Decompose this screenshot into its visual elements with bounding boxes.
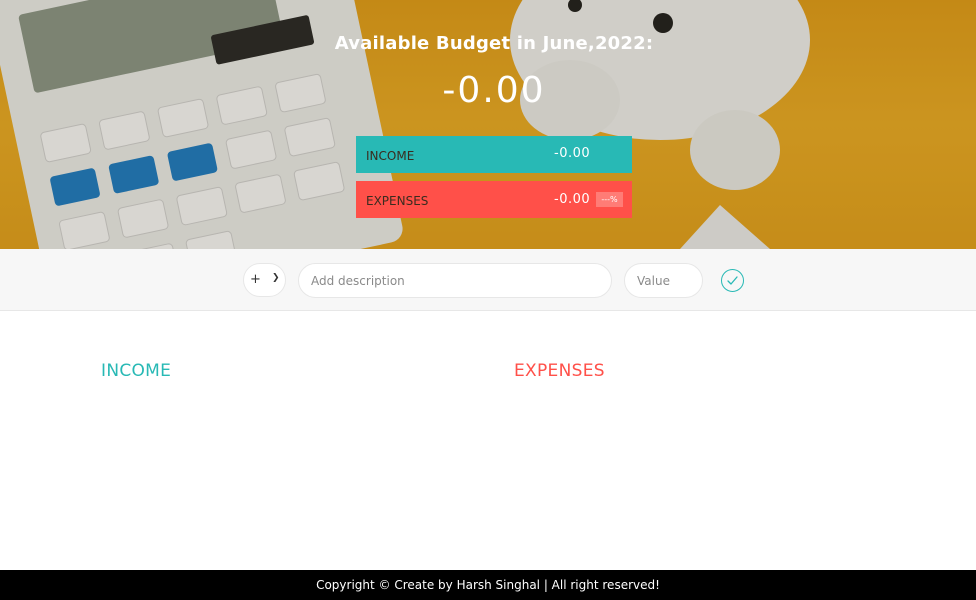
add-button[interactable] bbox=[721, 269, 744, 292]
chevron-down-icon: ❯ bbox=[272, 273, 280, 283]
budget-header: Available Budget in June,2022: -0.00 INC… bbox=[0, 0, 976, 249]
type-select[interactable]: + ❯ bbox=[243, 263, 286, 297]
add-item-bar: + ❯ bbox=[0, 249, 976, 311]
budget-value: -0.00 bbox=[442, 70, 546, 111]
value-input[interactable] bbox=[624, 263, 703, 298]
expenses-summary-title: EXPENSES bbox=[366, 194, 429, 208]
expenses-summary: EXPENSES -0.00 ---% bbox=[356, 181, 632, 218]
type-select-value: + bbox=[250, 272, 261, 287]
footer: Copyright © Create by Harsh Singhal | Al… bbox=[0, 570, 976, 600]
expenses-list-title: EXPENSES bbox=[514, 361, 605, 381]
income-list-title: INCOME bbox=[101, 361, 172, 381]
budget-title: Available Budget in June,2022: bbox=[334, 33, 654, 54]
checkmark-icon bbox=[727, 276, 738, 285]
expenses-summary-value: -0.00 bbox=[554, 192, 591, 207]
income-summary: INCOME -0.00 bbox=[356, 136, 632, 173]
footer-text: Copyright © Create by Harsh Singhal | Al… bbox=[316, 578, 660, 592]
expenses-percentage-badge: ---% bbox=[596, 192, 623, 207]
income-summary-value: -0.00 bbox=[554, 146, 591, 161]
description-input[interactable] bbox=[298, 263, 612, 298]
income-summary-title: INCOME bbox=[366, 149, 415, 163]
